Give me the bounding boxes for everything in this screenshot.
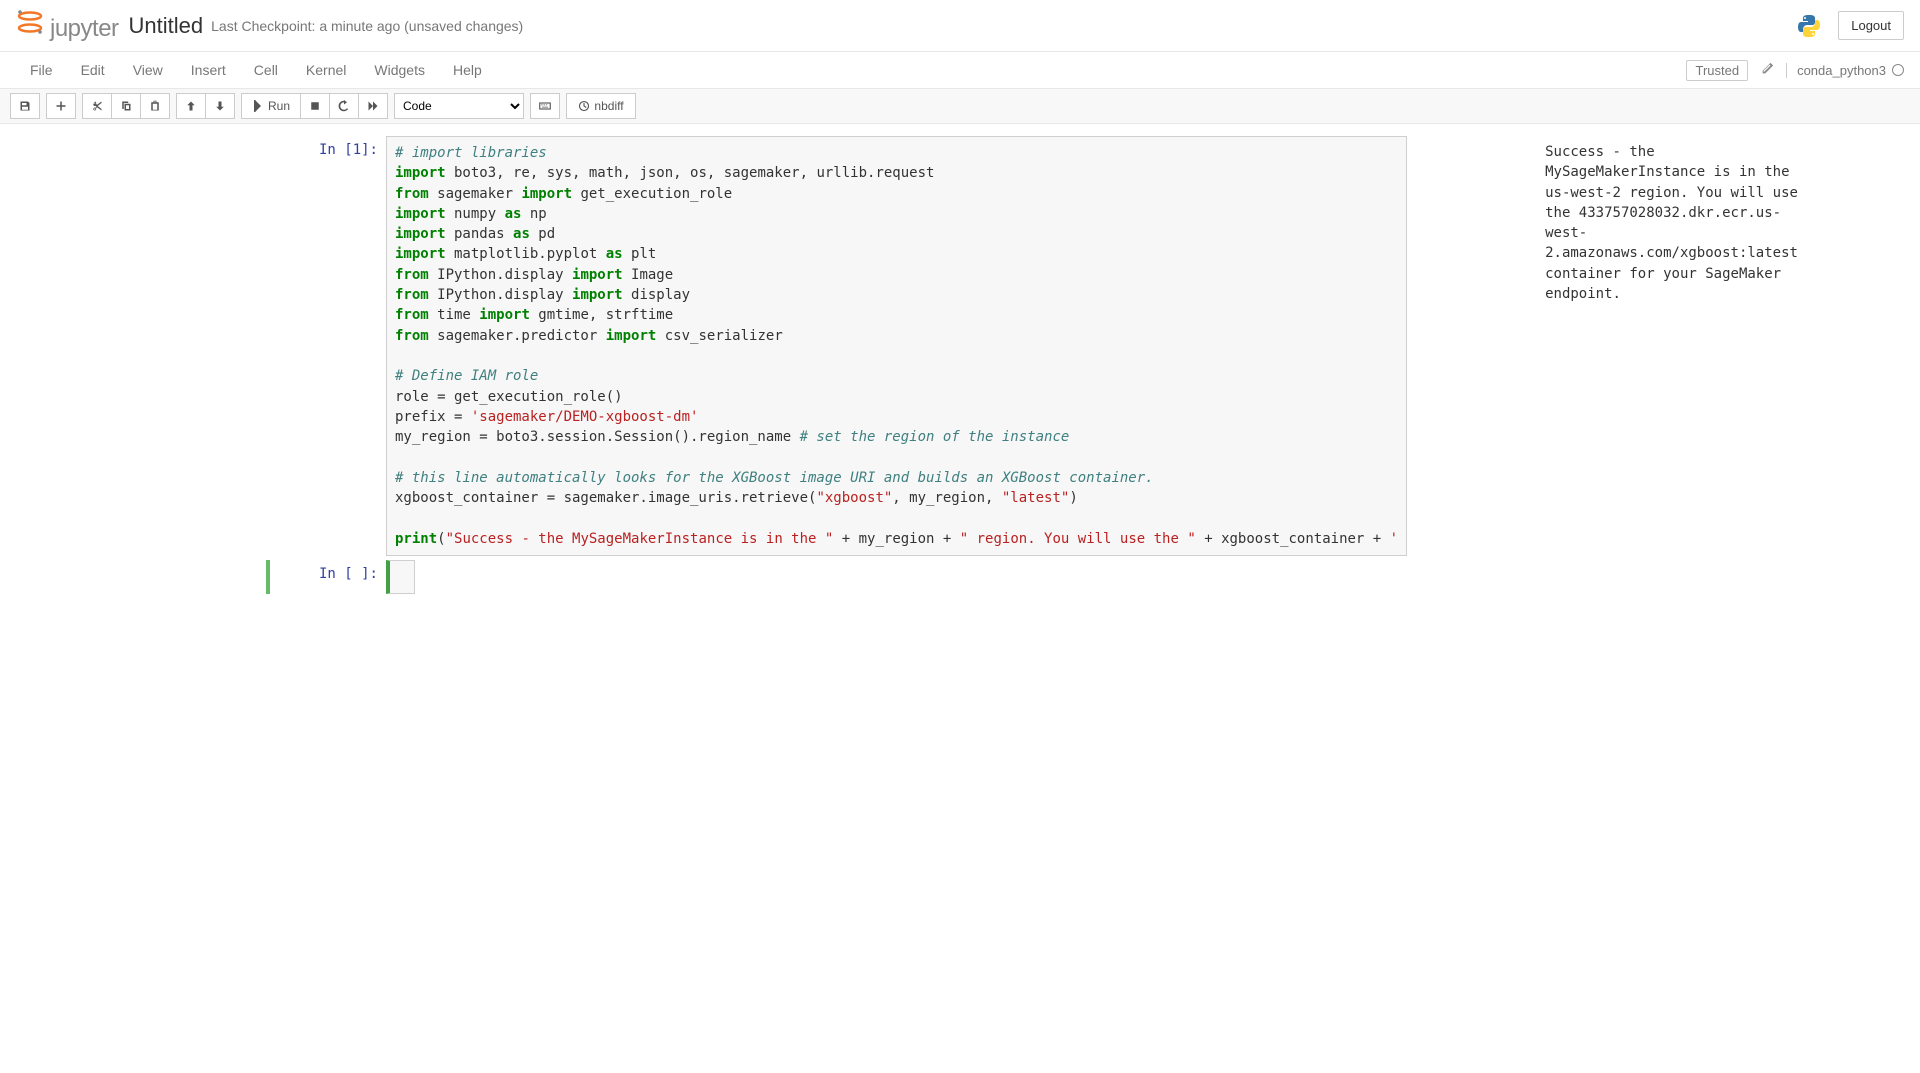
menu-view[interactable]: View [119, 56, 177, 84]
checkpoint-status: Last Checkpoint: a minute ago (unsaved c… [211, 18, 523, 34]
input-prompt: In [ ]: [256, 560, 386, 594]
paste-icon [149, 100, 161, 112]
copy-icon [120, 100, 132, 112]
save-button[interactable] [10, 93, 40, 119]
restart-button[interactable] [330, 93, 359, 119]
code-input-area[interactable] [386, 560, 415, 594]
nbdiff-label: nbdiff [594, 99, 623, 113]
logout-button[interactable]: Logout [1838, 11, 1904, 40]
fast-forward-icon [367, 100, 379, 112]
kernel-name-text: conda_python3 [1797, 63, 1886, 78]
restart-icon [338, 100, 350, 112]
notebook-name[interactable]: Untitled [129, 13, 204, 39]
scissors-icon [91, 100, 103, 112]
menu-help[interactable]: Help [439, 56, 496, 84]
notebook-cells: In [1]:# import libraries import boto3, … [240, 136, 1680, 594]
nbdiff-button[interactable]: nbdiff [566, 93, 636, 119]
cut-button[interactable] [82, 93, 112, 119]
notebook-header: jupyter Untitled Last Checkpoint: a minu… [0, 0, 1920, 52]
output-prompt [1407, 136, 1537, 556]
menu-insert[interactable]: Insert [177, 56, 240, 84]
jupyter-brand-text: jupyter [50, 15, 119, 43]
command-palette-button[interactable] [530, 93, 560, 119]
arrow-down-icon [214, 100, 226, 112]
python-logo-icon [1796, 13, 1822, 39]
menu-widgets[interactable]: Widgets [360, 56, 439, 84]
run-button[interactable]: Run [241, 93, 301, 119]
copy-button[interactable] [112, 93, 141, 119]
trusted-indicator[interactable]: Trusted [1686, 60, 1748, 81]
stop-icon [309, 100, 321, 112]
jupyter-logo-icon [16, 8, 44, 36]
code-cell[interactable]: In [1]:# import libraries import boto3, … [256, 136, 1664, 556]
toolbar: Run Code nbdiff [0, 89, 1920, 124]
input-prompt: In [1]: [256, 136, 386, 556]
menu-edit[interactable]: Edit [67, 56, 119, 84]
paste-button[interactable] [141, 93, 170, 119]
code-cell[interactable]: In [ ]: [256, 560, 1664, 594]
cell-type-select[interactable]: Code [394, 93, 524, 119]
menu-cell[interactable]: Cell [240, 56, 292, 84]
menubar: FileEditViewInsertCellKernelWidgetsHelp … [0, 52, 1920, 89]
notebook-container: In [1]:# import libraries import boto3, … [0, 124, 1920, 610]
save-icon [19, 100, 31, 112]
kernel-name[interactable]: conda_python3 [1786, 63, 1904, 78]
menu-items-container: FileEditViewInsertCellKernelWidgetsHelp [16, 56, 496, 84]
plus-icon [55, 100, 67, 112]
stop-button[interactable] [301, 93, 330, 119]
clock-icon [578, 100, 590, 112]
arrow-up-icon [185, 100, 197, 112]
keyboard-icon [539, 100, 551, 112]
kernel-status-indicator [1892, 64, 1904, 76]
add-cell-button[interactable] [46, 93, 76, 119]
output-area: Success - the MySageMakerInstance is in … [1537, 136, 1806, 310]
menu-kernel[interactable]: Kernel [292, 56, 360, 84]
run-label: Run [268, 99, 290, 113]
move-up-button[interactable] [176, 93, 206, 119]
restart-run-all-button[interactable] [359, 93, 388, 119]
run-play-icon [252, 100, 264, 112]
move-down-button[interactable] [206, 93, 235, 119]
code-input-area[interactable]: # import libraries import boto3, re, sys… [386, 136, 1407, 556]
jupyter-logo[interactable]: jupyter [16, 8, 119, 43]
menu-file[interactable]: File [16, 56, 67, 84]
edit-icon[interactable] [1760, 62, 1774, 79]
